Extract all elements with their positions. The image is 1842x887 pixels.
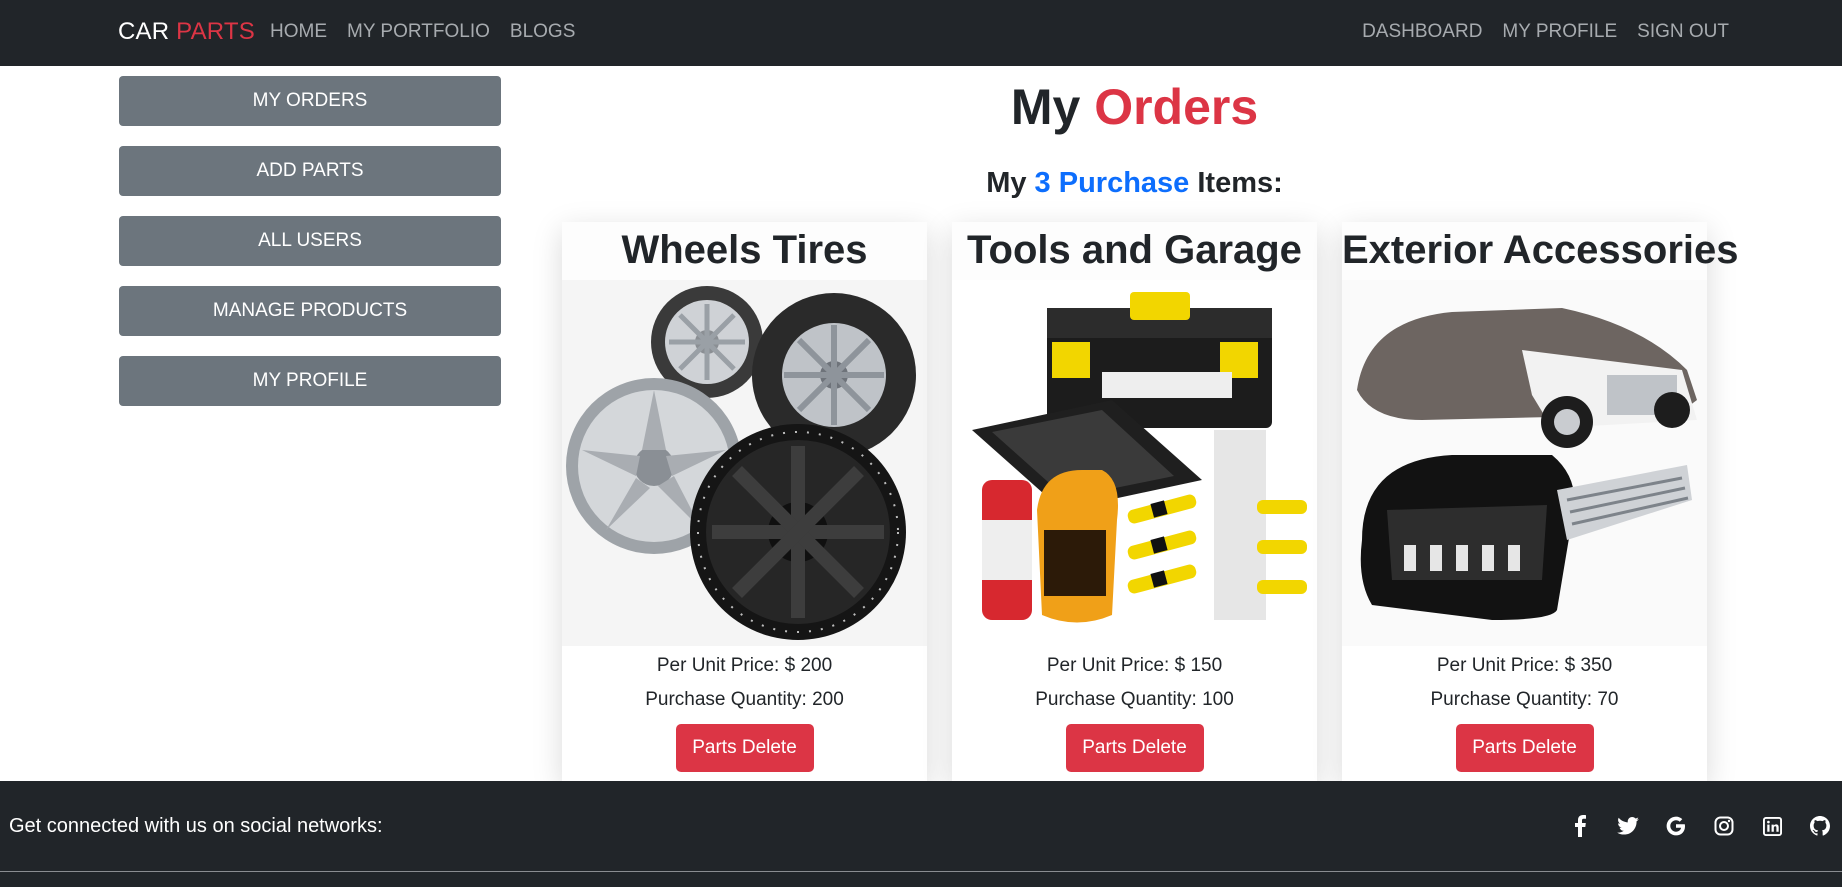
site-footer: Get connected with us on social networks… [0,781,1842,887]
parts-delete-button[interactable]: Parts Delete [675,724,814,772]
github-icon[interactable] [1808,814,1832,838]
purchase-count-heading: My 3 Purchase Items: [562,167,1707,200]
google-icon[interactable] [1664,814,1688,838]
subtitle-suffix: Items: [1197,167,1283,199]
page-title: My Orders [562,78,1707,136]
tools-garage-image [952,280,1317,646]
nav-link-blogs[interactable]: BLOGS [510,21,575,43]
purchase-quantity: Purchase Quantity: 70 [1430,689,1619,710]
sidebar-item-my-profile[interactable]: MY PROFILE [119,356,501,406]
order-cards: Wheels Tires Per Unit Price: $ 200 Purch… [562,222,1739,782]
sidebar-item-all-users[interactable]: ALL USERS [119,216,501,266]
nav-link-home[interactable]: HOME [270,21,327,43]
linkedin-icon[interactable] [1760,814,1784,838]
social-links [1568,814,1832,838]
order-card: Tools and Garage Per Unit Price: $ 150 P… [952,222,1317,782]
order-card: Exterior Accessories Per Unit Price: $ 3… [1342,222,1739,782]
brand-second: PARTS [176,18,255,45]
subtitle-prefix: My [986,167,1027,199]
facebook-icon[interactable] [1568,814,1592,838]
twitter-icon[interactable] [1616,814,1640,838]
nav-link-my-profile[interactable]: MY PROFILE [1502,21,1617,43]
footer-social-text: Get connected with us on social networks… [9,815,383,837]
unit-price: Per Unit Price: $ 200 [656,655,833,676]
parts-delete-button[interactable]: Parts Delete [1455,724,1594,772]
brand-logo[interactable]: CAR PARTS [118,18,255,46]
unit-price: Per Unit Price: $ 350 [1436,655,1613,676]
nav-link-dashboard[interactable]: DASHBOARD [1362,21,1482,43]
sidebar-item-manage-products[interactable]: MANAGE PRODUCTS [119,286,501,336]
page-title-first: My [1010,79,1081,135]
order-card: Wheels Tires Per Unit Price: $ 200 Purch… [562,222,927,782]
page-title-second: Orders [1094,79,1259,135]
sidebar-item-add-parts[interactable]: ADD PARTS [119,146,501,196]
order-card-title: Tools and Garage [952,222,1317,280]
nav-link-my-portfolio[interactable]: MY PORTFOLIO [347,21,490,43]
unit-price: Per Unit Price: $ 150 [1046,655,1223,676]
nav-right-links: DASHBOARD MY PROFILE SIGN OUT [1362,21,1729,43]
nav-link-sign-out[interactable]: SIGN OUT [1637,21,1729,43]
top-navbar: CAR PARTS HOME MY PORTFOLIO BLOGS DASHBO… [0,0,1842,66]
instagram-icon[interactable] [1712,814,1736,838]
brand-first: CAR [118,18,170,45]
order-card-title: Exterior Accessories [1342,222,1739,280]
parts-delete-button[interactable]: Parts Delete [1065,724,1204,772]
purchase-quantity: Purchase Quantity: 200 [645,689,844,710]
subtitle-highlight: 3 Purchase [1034,167,1190,199]
footer-divider [0,871,1842,872]
order-card-title: Wheels Tires [562,222,927,280]
exterior-accessories-image [1342,280,1707,646]
dashboard-sidebar: MY ORDERS ADD PARTS ALL USERS MANAGE PRO… [119,76,501,426]
nav-left-links: HOME MY PORTFOLIO BLOGS [270,21,575,43]
purchase-quantity: Purchase Quantity: 100 [1035,689,1234,710]
wheels-tires-image [562,280,927,646]
sidebar-item-my-orders[interactable]: MY ORDERS [119,76,501,126]
